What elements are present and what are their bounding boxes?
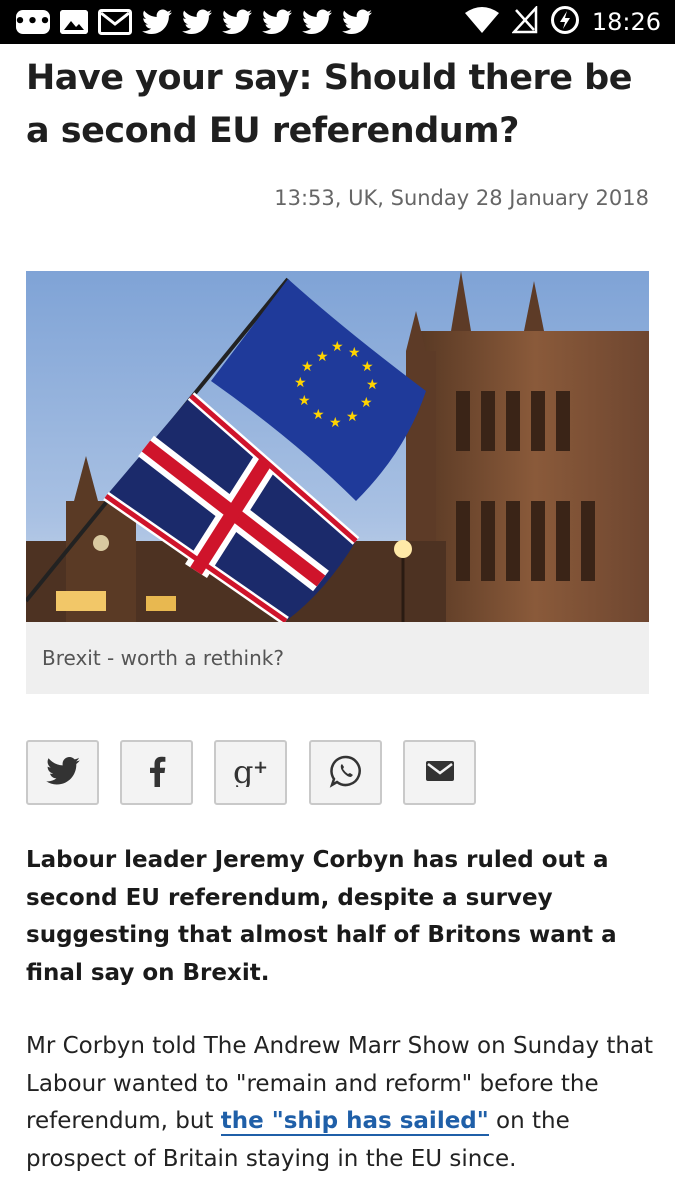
twitter-icon (182, 7, 212, 37)
twitter-icon (342, 7, 372, 37)
facebook-icon (147, 755, 167, 791)
svg-text:★: ★ (298, 393, 311, 409)
twitter-icon (142, 7, 172, 37)
google-plus-icon: g + (231, 753, 271, 791)
share-whatsapp-button[interactable] (309, 740, 382, 805)
article-title: Have your say: Should there be a second … (26, 58, 632, 151)
ship-has-sailed-link[interactable]: the "ship has sailed" (220, 1108, 489, 1136)
email-icon (425, 760, 454, 785)
twitter-icon (302, 7, 332, 37)
system-icons: 18:26 (464, 0, 661, 44)
svg-text:★: ★ (329, 415, 342, 431)
wifi-icon (464, 6, 500, 38)
whatsapp-icon (329, 754, 363, 792)
notification-icons: ••• (0, 7, 372, 37)
svg-text:★: ★ (316, 349, 329, 365)
article-body-paragraph: Mr Corbyn told The Andrew Marr Show on S… (26, 1028, 656, 1178)
svg-text:★: ★ (360, 395, 373, 411)
article-timestamp: 13:53, UK, Sunday 28 January 2018 (274, 186, 649, 210)
share-email-button[interactable] (403, 740, 476, 805)
article-lead: Labour leader Jeremy Corbyn has ruled ou… (26, 847, 617, 986)
battery-saver-icon (550, 5, 580, 39)
gmail-icon (98, 7, 132, 37)
status-time: 18:26 (591, 8, 661, 36)
image-caption-box: Brexit - worth a rethink? (26, 622, 649, 694)
svg-text:g: g (233, 755, 253, 787)
svg-text:★: ★ (361, 359, 374, 375)
share-facebook-button[interactable] (120, 740, 193, 805)
svg-text:★: ★ (346, 409, 359, 425)
article-hero-image: ★ ★ ★ ★ ★ ★ ★ ★ ★ ★ ★ ★ (26, 271, 649, 622)
svg-text:★: ★ (312, 407, 325, 423)
image-icon (60, 10, 88, 34)
twitter-icon (262, 7, 292, 37)
image-caption: Brexit - worth a rethink? (42, 646, 284, 670)
no-signal-icon (510, 4, 538, 38)
more-icon: ••• (14, 10, 52, 34)
status-bar: ••• 18:26 (0, 0, 675, 44)
share-google-plus-button[interactable]: g + (214, 740, 287, 805)
svg-text:★: ★ (331, 339, 344, 355)
svg-text:★: ★ (366, 377, 379, 393)
svg-text:★: ★ (301, 359, 314, 375)
twitter-icon (45, 756, 80, 789)
twitter-icon (222, 7, 252, 37)
svg-text:★: ★ (294, 375, 307, 391)
share-twitter-button[interactable] (26, 740, 99, 805)
svg-text:+: + (253, 757, 268, 778)
svg-text:★: ★ (348, 345, 361, 361)
